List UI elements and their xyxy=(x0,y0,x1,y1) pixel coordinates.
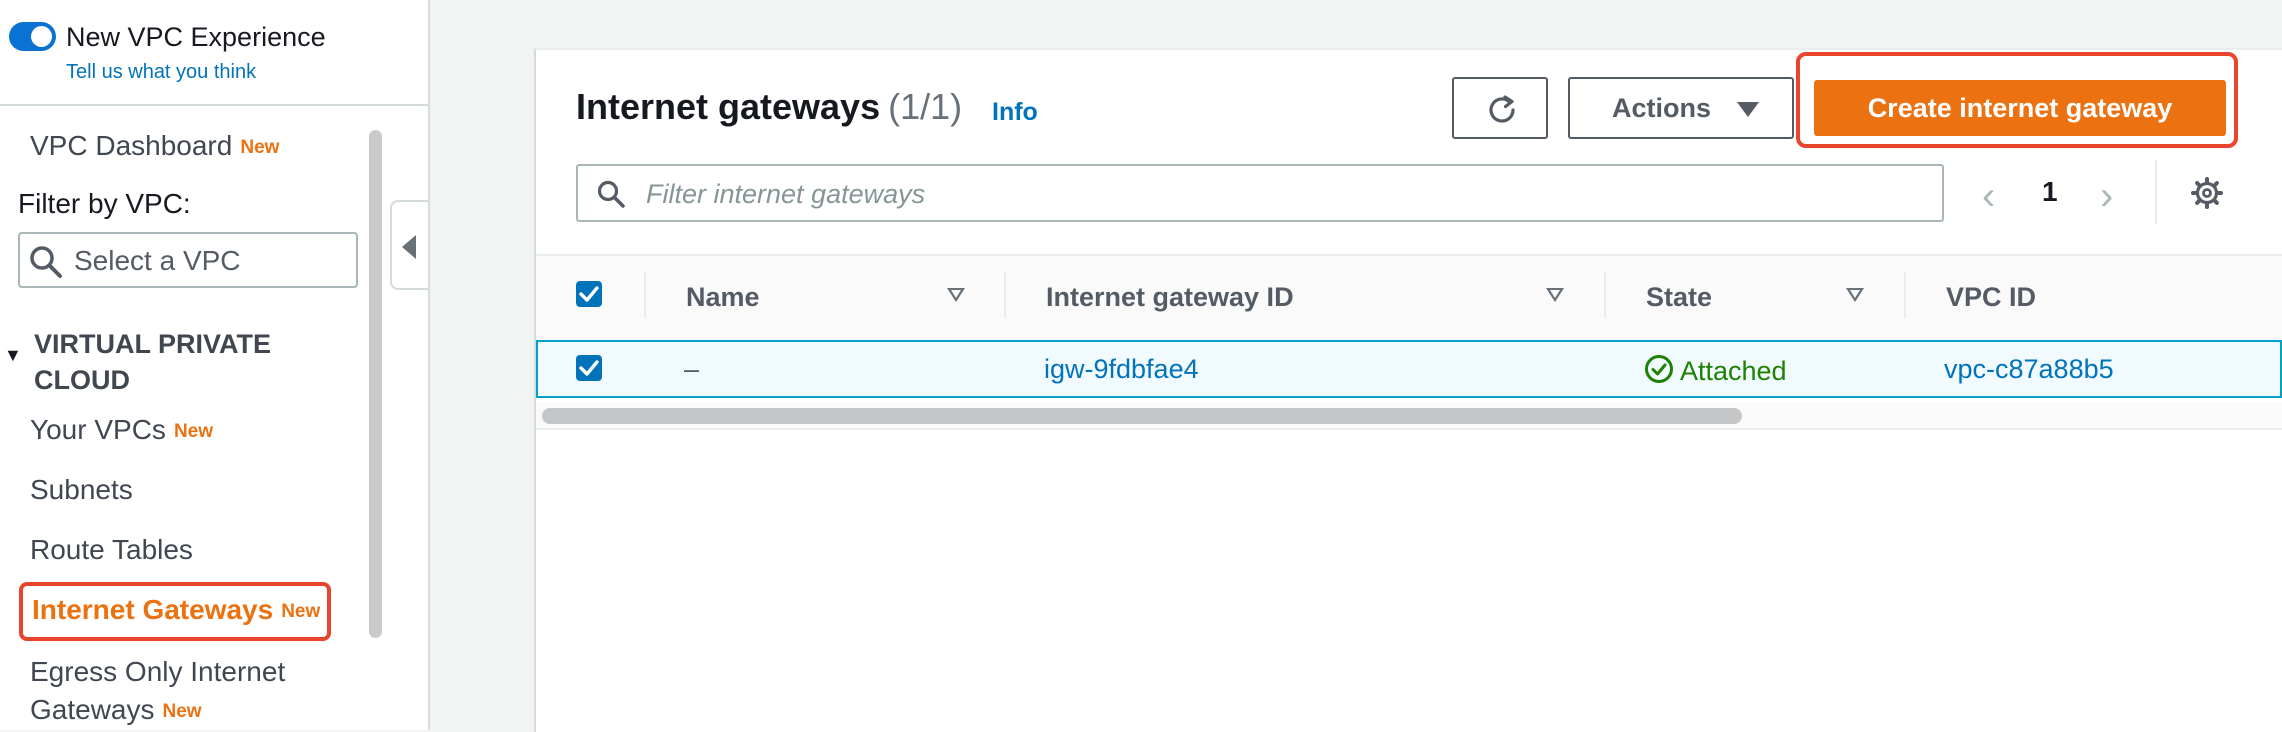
search-icon xyxy=(28,244,64,285)
page-title-text: Internet gateways xyxy=(576,86,881,127)
new-vpc-experience-toggle[interactable] xyxy=(9,22,56,51)
toggle-label: New VPC Experience xyxy=(66,22,326,52)
sort-icon[interactable] xyxy=(947,288,965,302)
filter-gateways-input[interactable] xyxy=(644,172,1928,216)
sidebar-item-label: VPC Dashboard xyxy=(30,130,233,161)
collapse-sidebar-button[interactable] xyxy=(390,200,428,290)
sidebar-item-egress-only-internet-gateways[interactable]: Egress Only Internet Gateways New xyxy=(30,656,285,726)
refresh-button[interactable] xyxy=(1452,77,1548,139)
feedback-link[interactable]: Tell us what you think xyxy=(66,61,256,84)
search-icon xyxy=(596,179,626,214)
check-circle-icon xyxy=(1644,354,1674,391)
sidebar-item-label: Subnets xyxy=(30,474,133,505)
new-badge: New xyxy=(162,700,202,722)
column-header-name[interactable]: Name xyxy=(686,282,760,313)
table-scrollbar-thumb[interactable] xyxy=(542,408,1742,424)
sidebar-header xyxy=(0,0,428,106)
cell-state: Attached xyxy=(1644,354,1787,391)
caret-down-icon xyxy=(1737,102,1759,117)
check-icon xyxy=(579,360,599,376)
column-divider xyxy=(644,272,646,318)
toggle-switch-icon xyxy=(31,26,52,47)
column-divider xyxy=(1904,272,1906,318)
chevron-left-icon[interactable]: ‹ xyxy=(1982,174,1995,219)
column-header-vpc-id[interactable]: VPC ID xyxy=(1946,282,2036,313)
page-number[interactable]: 1 xyxy=(2042,176,2058,208)
vpc-select-placeholder: Select a VPC xyxy=(74,245,241,276)
check-icon xyxy=(579,286,599,302)
sidebar-item-label: Route Tables xyxy=(30,534,193,565)
sidebar-navigation: New VPC Experience Tell us what you thin… xyxy=(0,0,430,730)
section-title-virtual-private-cloud[interactable]: VIRTUAL PRIVATE CLOUD xyxy=(34,326,334,398)
sort-icon[interactable] xyxy=(1846,288,1864,302)
actions-dropdown-button[interactable]: Actions xyxy=(1568,77,1794,139)
row-select-checkbox[interactable] xyxy=(576,355,602,381)
cell-gateway-id-link[interactable]: igw-9fdbfae4 xyxy=(1044,354,1199,385)
chevron-right-icon[interactable]: › xyxy=(2100,174,2113,219)
column-divider xyxy=(1004,272,1006,318)
sort-icon[interactable] xyxy=(1546,288,1564,302)
collapse-left-icon xyxy=(402,235,416,259)
actions-label: Actions xyxy=(1612,93,1712,123)
create-internet-gateway-button[interactable]: Create internet gateway xyxy=(1814,80,2226,136)
state-text: Attached xyxy=(1680,356,1787,386)
new-badge: New xyxy=(281,600,321,622)
info-link[interactable]: Info xyxy=(992,98,1038,127)
sidebar-item-label: Your VPCs xyxy=(30,414,166,445)
sidebar-item-vpc-dashboard[interactable]: VPC Dashboard New xyxy=(30,130,279,162)
sidebar-item-your-vpcs[interactable]: Your VPCs New xyxy=(30,414,213,446)
sidebar-item-label: Internet Gateways xyxy=(32,594,274,625)
selection-count: (1/1) xyxy=(888,86,963,127)
cell-vpc-id-link[interactable]: vpc-c87a88b5 xyxy=(1944,354,2114,385)
cell-name: – xyxy=(684,354,700,384)
filter-gateways-field xyxy=(576,164,1944,222)
sidebar-item-subnets[interactable]: Subnets xyxy=(30,474,133,506)
filter-by-vpc-label: Filter by VPC: xyxy=(18,188,191,219)
sidebar-item-label: Egress Only Internet xyxy=(30,656,286,687)
pagination-divider xyxy=(2155,160,2157,224)
column-header-state[interactable]: State xyxy=(1646,282,1712,313)
caret-down-icon[interactable]: ▼ xyxy=(4,345,22,366)
vpc-filter-select[interactable]: Select a VPC xyxy=(18,232,358,288)
refresh-icon xyxy=(1489,95,1515,123)
gear-icon[interactable] xyxy=(2190,176,2224,215)
page-title: Internet gateways (1/1) xyxy=(576,86,962,128)
sidebar-scrollbar-thumb[interactable] xyxy=(369,130,382,638)
sidebar-item-internet-gateways[interactable]: Internet Gateways New xyxy=(32,594,320,626)
column-divider xyxy=(1604,272,1606,318)
new-badge: New xyxy=(240,136,280,158)
column-header-gateway-id[interactable]: Internet gateway ID xyxy=(1046,282,1294,313)
sidebar-item-label-line2: Gateways xyxy=(30,694,155,725)
new-badge: New xyxy=(173,420,214,442)
sidebar-item-route-tables[interactable]: Route Tables xyxy=(30,534,193,566)
select-all-checkbox[interactable] xyxy=(576,281,602,307)
